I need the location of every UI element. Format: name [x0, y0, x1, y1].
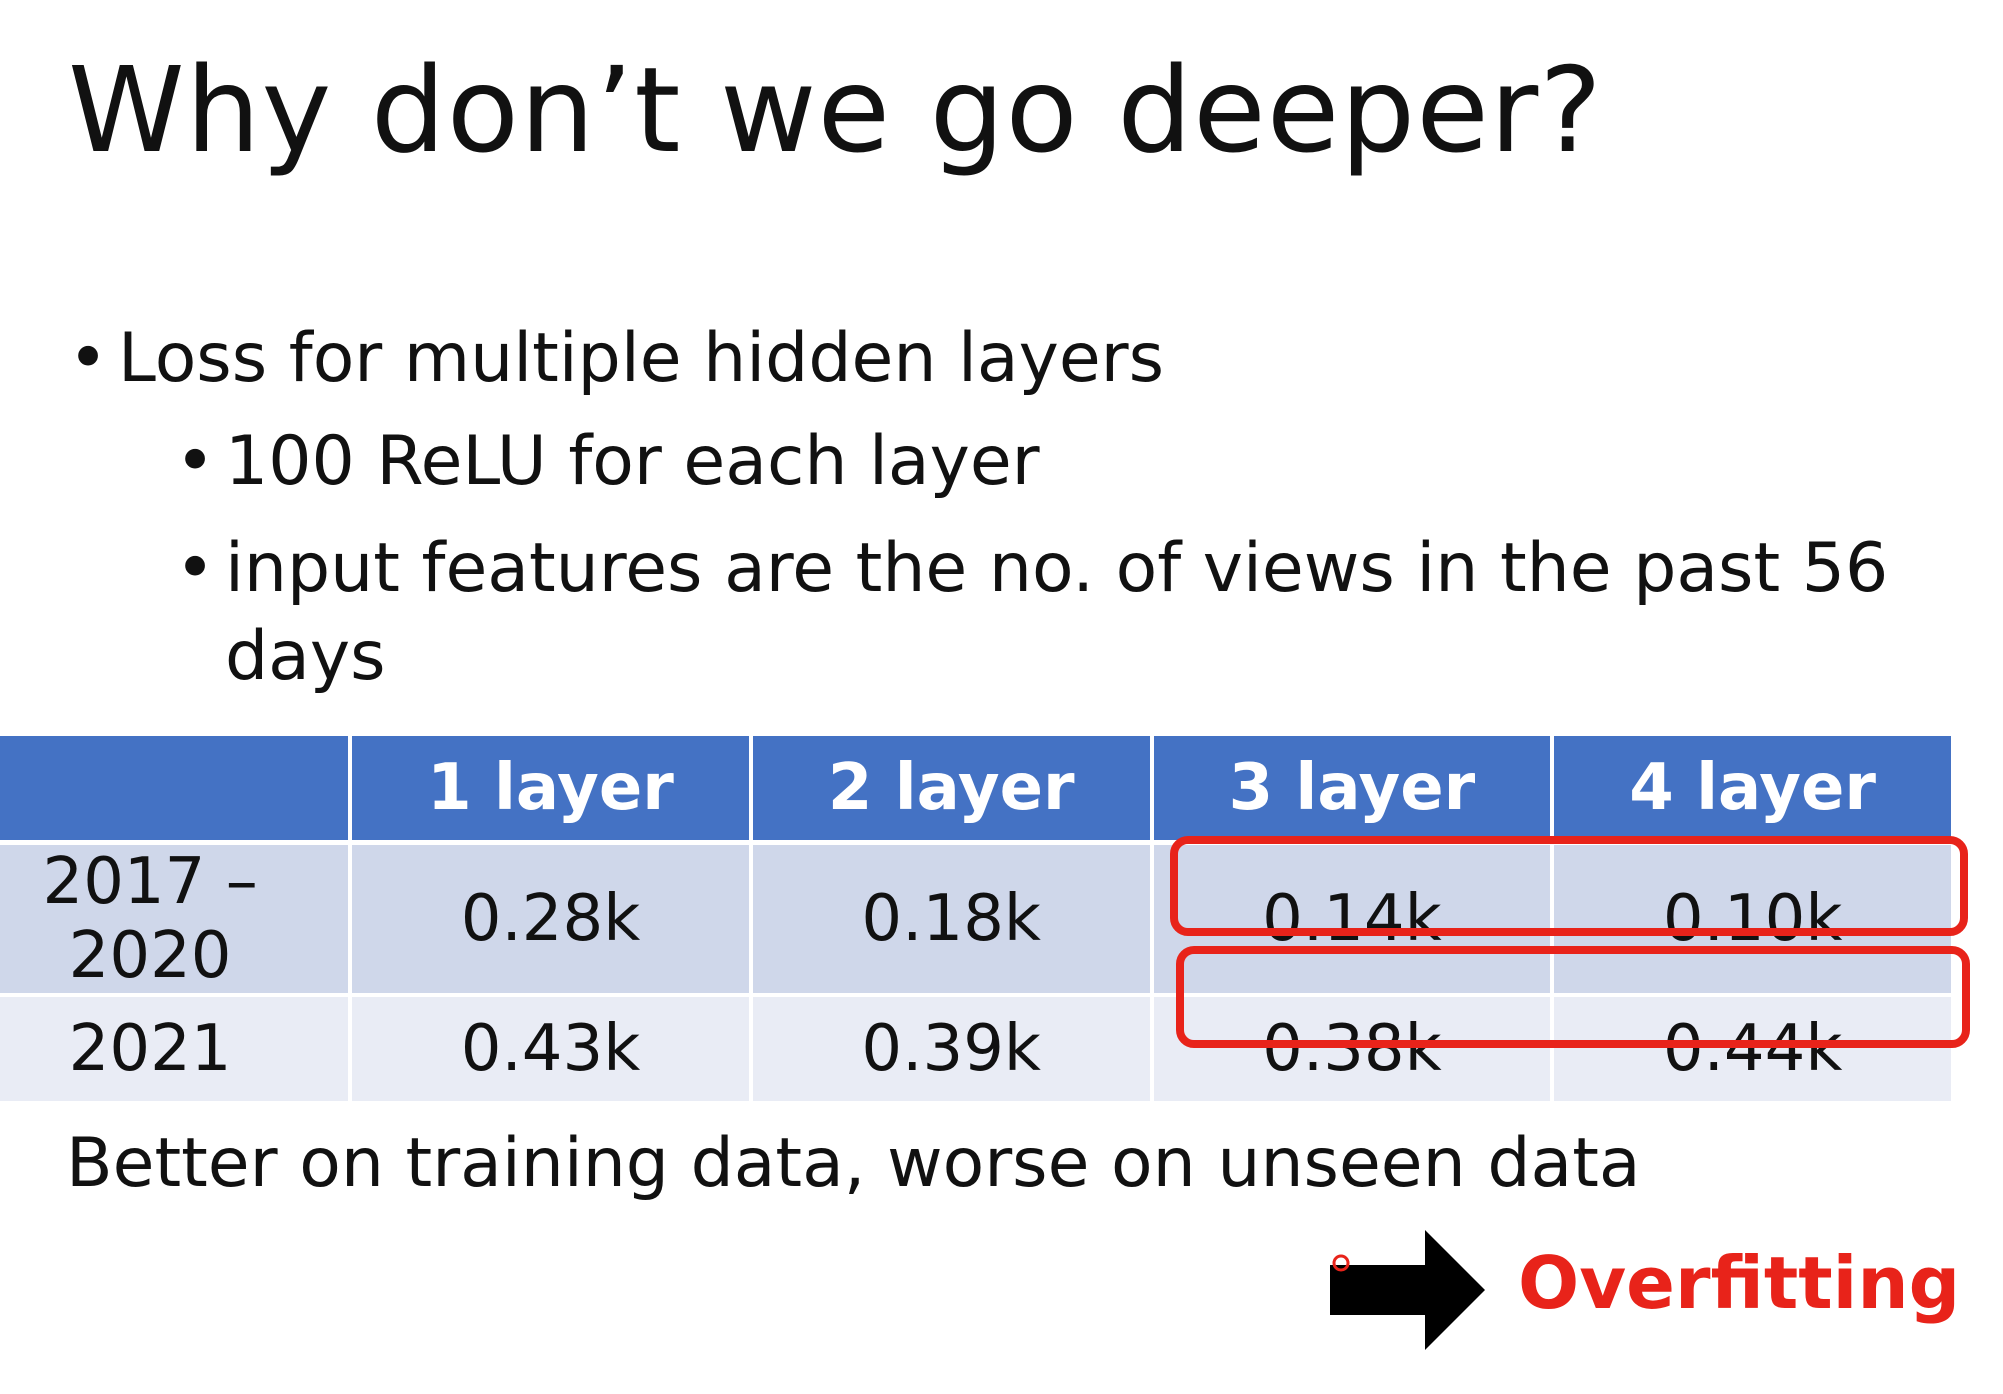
table-header-cell [0, 736, 353, 845]
highlight-box-unseen [1176, 946, 1970, 1048]
table-header-cell: 2 layer [750, 736, 1154, 845]
highlight-box-training [1170, 836, 1968, 936]
slide-title: Why don’t we go deeper? [68, 41, 1603, 179]
bullet-main-text: Loss for multiple hidden layers [118, 319, 1165, 398]
sub-bullet-features: • input features are the no. of views in … [175, 525, 1935, 702]
bullet-marker: • [175, 529, 216, 608]
table-header-cell: 3 layer [1151, 736, 1555, 845]
table-header-cell: 1 layer [350, 736, 753, 845]
table-cell: 0.18k [750, 842, 1154, 997]
sub-bullet-text: input features are the no. of views in t… [225, 529, 1889, 608]
table-header-row: 1 layer 2 layer 3 layer 4 layer [0, 736, 1955, 845]
slide: Why don’t we go deeper? • Loss for multip… [0, 0, 2003, 1394]
table-cell: 0.43k [350, 995, 753, 1101]
conclusion-text: Better on training data, worse on unseen… [66, 1124, 1641, 1203]
right-arrow-icon [1330, 1230, 1485, 1350]
table-header-cell: 4 layer [1552, 736, 1955, 845]
bullet-main: • Loss for multiple hidden layers [68, 315, 1164, 403]
bullet-marker: • [175, 422, 216, 501]
sub-bullet-text-continued: days [225, 617, 386, 697]
overfitting-label: Overfitting [1518, 1241, 1961, 1325]
sub-bullet-relu: • 100 ReLU for each layer [175, 418, 1040, 506]
table-cell: 2021 [0, 995, 353, 1101]
table-cell: 0.28k [350, 842, 753, 997]
table-cell: 2017 – 2020 [0, 842, 353, 997]
table-cell: 0.39k [750, 995, 1154, 1101]
bullet-marker: • [68, 319, 109, 398]
sub-bullet-text: 100 ReLU for each layer [225, 422, 1040, 501]
